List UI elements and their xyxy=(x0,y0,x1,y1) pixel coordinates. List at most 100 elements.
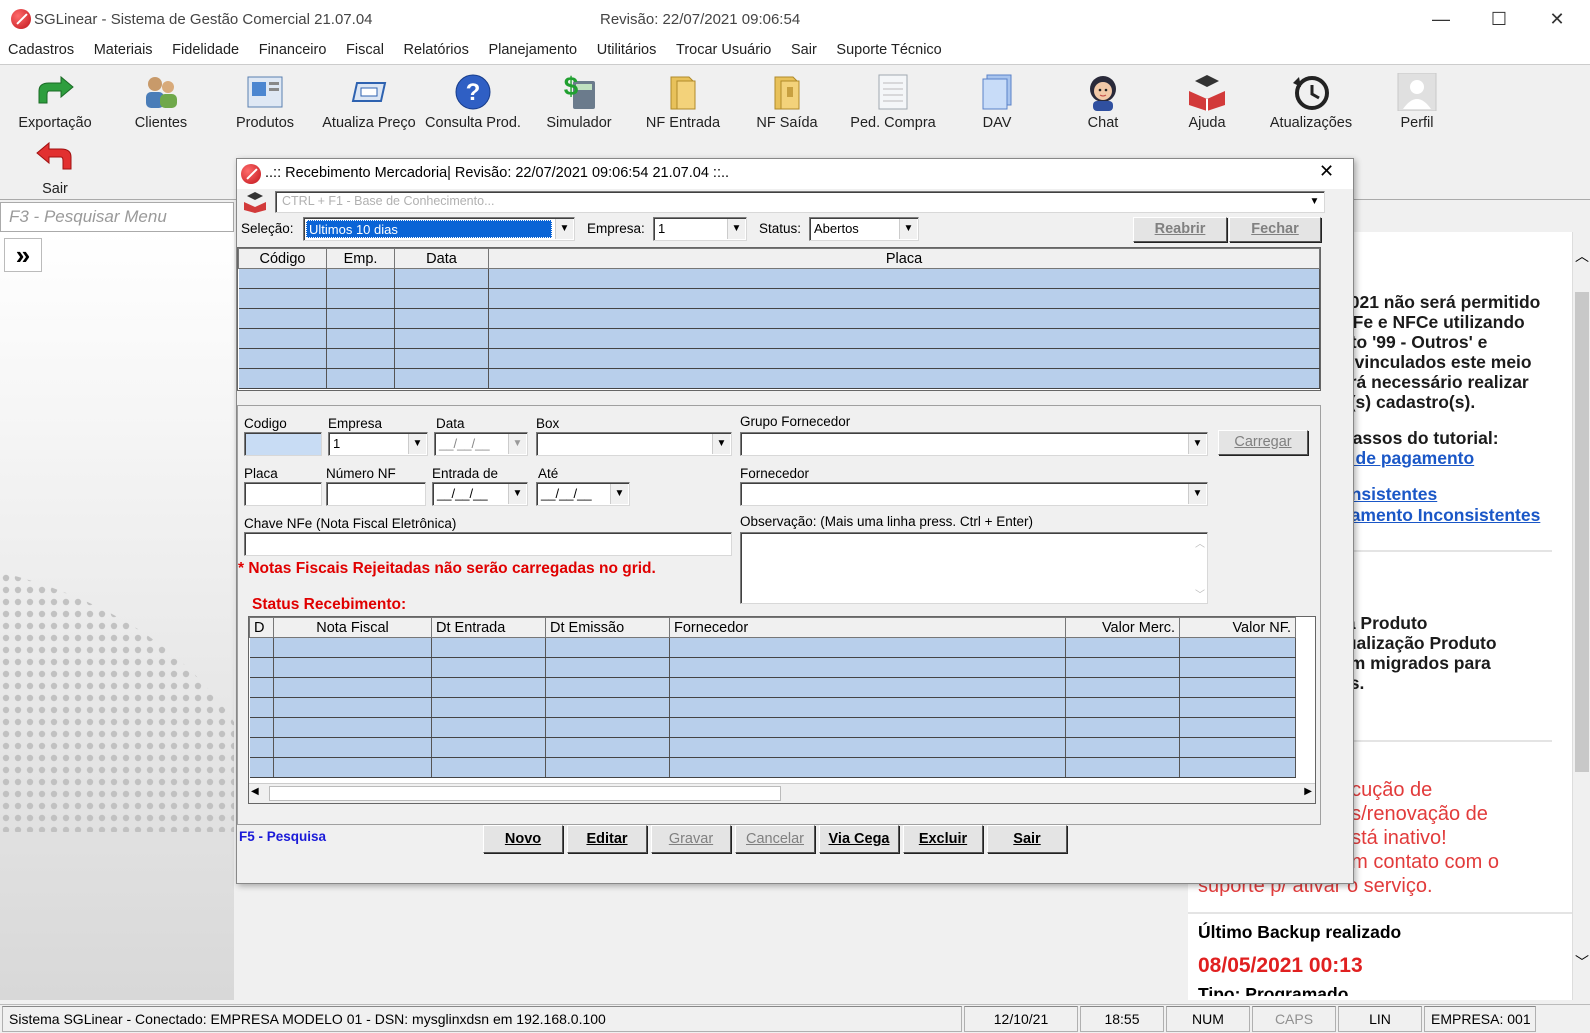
toolbar-atualiza-preco-button[interactable]: Atualiza Preço xyxy=(316,69,422,131)
fornecedor-select[interactable]: ▼ xyxy=(740,482,1208,506)
menu-materiais[interactable]: Materiais xyxy=(86,38,161,62)
scroll-down-icon[interactable]: ﹀ xyxy=(1195,586,1205,601)
novo-button[interactable]: Novo xyxy=(483,825,563,853)
news-link-payment-inconsistent[interactable]: gamento Inconsistentes xyxy=(1340,505,1540,526)
table-row[interactable] xyxy=(238,368,1320,389)
toolbar-clientes-button[interactable]: Clientes xyxy=(108,69,214,131)
sair-button[interactable]: Sair xyxy=(987,825,1067,853)
col-nota-fiscal[interactable]: Nota Fiscal xyxy=(273,617,432,638)
toolbar-consulta-prod-button[interactable]: ? Consulta Prod. xyxy=(420,69,526,131)
table-row[interactable] xyxy=(249,637,1296,658)
scroll-thumb[interactable] xyxy=(269,786,781,801)
empresa-select[interactable]: 1 ▼ xyxy=(328,432,428,456)
col-data[interactable]: Data xyxy=(394,248,489,269)
close-button[interactable]: ✕ xyxy=(1528,0,1586,38)
menu-financeiro[interactable]: Financeiro xyxy=(251,38,335,62)
cancelar-button[interactable]: Cancelar xyxy=(735,825,815,853)
col-valor-nf[interactable]: Valor NF. xyxy=(1179,617,1296,638)
numero-nf-field[interactable] xyxy=(326,482,426,506)
calendar-dropdown-icon[interactable]: ▼ xyxy=(508,484,526,504)
col-placa[interactable]: Placa xyxy=(488,248,1320,269)
menu-fidelidade[interactable]: Fidelidade xyxy=(164,38,247,62)
news-link-inconsistent[interactable]: onsistentes xyxy=(1340,484,1437,505)
scroll-thumb[interactable] xyxy=(1575,292,1589,772)
table-row[interactable] xyxy=(238,348,1320,369)
table-row[interactable] xyxy=(249,737,1296,758)
grupo-fornecedor-select[interactable]: ▼ xyxy=(740,432,1208,456)
menu-fiscal[interactable]: Fiscal xyxy=(338,38,392,62)
table-row[interactable] xyxy=(238,288,1320,309)
knowledge-base-input[interactable]: CTRL + F1 - Base de Conhecimento... xyxy=(275,191,1325,213)
toolbar-sair-button[interactable]: Sair xyxy=(2,135,108,197)
chevron-down-icon[interactable]: ▼ xyxy=(1188,484,1206,504)
table-row[interactable] xyxy=(249,677,1296,698)
menu-cadastros[interactable]: Cadastros xyxy=(0,38,82,62)
table-row[interactable] xyxy=(249,697,1296,718)
toolbar-nf-entrada-button[interactable]: NF Entrada xyxy=(630,69,736,131)
selecao-select[interactable]: Ultimos 10 dias ▼ xyxy=(303,217,575,241)
calendar-dropdown-icon[interactable]: ▼ xyxy=(610,484,628,504)
placa-field[interactable] xyxy=(244,482,322,506)
menu-trocar-usuario[interactable]: Trocar Usuário xyxy=(668,38,779,62)
empresa-filter-select[interactable]: 1 ▼ xyxy=(653,217,747,241)
col-dt-entrada[interactable]: Dt Entrada xyxy=(431,617,546,638)
menu-planejamento[interactable]: Planejamento xyxy=(480,38,585,62)
toolbar-ped-compra-button[interactable]: Ped. Compra xyxy=(840,69,946,131)
table-row[interactable] xyxy=(238,308,1320,329)
chevron-down-icon[interactable]: ▼ xyxy=(1188,434,1206,454)
status-filter-select[interactable]: Abertos ▼ xyxy=(809,217,919,241)
fechar-button[interactable]: Fechar xyxy=(1229,217,1321,242)
excluir-button[interactable]: Excluir xyxy=(903,825,983,853)
chevron-down-icon[interactable]: ▼ xyxy=(408,434,426,454)
recebimentos-grid[interactable]: Código Emp. Data Placa xyxy=(237,247,1321,391)
col-dt-emissao[interactable]: Dt Emissão xyxy=(545,617,670,638)
table-row[interactable] xyxy=(249,757,1296,778)
chave-nfe-field[interactable] xyxy=(244,532,732,556)
toolbar-atualizacoes-button[interactable]: Atualizações xyxy=(1258,69,1364,131)
reabrir-button[interactable]: Reabrir xyxy=(1133,217,1227,242)
scroll-right-icon[interactable]: ▶ xyxy=(1304,786,1312,797)
col-codigo[interactable]: Código xyxy=(238,248,327,269)
scroll-up-icon[interactable]: ︿ xyxy=(1575,246,1589,266)
scroll-up-icon[interactable]: ︿ xyxy=(1195,535,1205,550)
toolbar-exportacao-button[interactable]: Exportação xyxy=(2,69,108,131)
menu-suporte-tecnico[interactable]: Suporte Técnico xyxy=(828,38,949,62)
data-field[interactable]: __/__/__ ▼ xyxy=(434,432,528,456)
menu-sair[interactable]: Sair xyxy=(783,38,825,62)
news-scrollbar[interactable]: ︿ ﹀ xyxy=(1572,232,1590,1000)
table-row[interactable] xyxy=(238,268,1320,289)
scroll-down-icon[interactable]: ﹀ xyxy=(1575,952,1589,972)
col-emp[interactable]: Emp. xyxy=(326,248,395,269)
toolbar-ajuda-button[interactable]: Ajuda xyxy=(1154,69,1260,131)
menu-relatorios[interactable]: Relatórios xyxy=(396,38,477,62)
scroll-left-icon[interactable]: ◀ xyxy=(251,786,259,797)
entrada-de-field[interactable]: __/__/__ ▼ xyxy=(432,482,528,506)
minimize-button[interactable]: — xyxy=(1412,0,1470,38)
notas-fiscais-grid[interactable]: D Nota Fiscal Dt Entrada Dt Emissão Forn… xyxy=(248,616,1316,804)
observacao-textarea[interactable]: ︿ ﹀ xyxy=(740,532,1208,604)
toolbar-produtos-button[interactable]: Produtos xyxy=(212,69,318,131)
col-d[interactable]: D xyxy=(249,617,274,638)
expand-panel-button[interactable]: » xyxy=(4,238,42,272)
menu-utilitarios[interactable]: Utilitários xyxy=(589,38,665,62)
toolbar-dav-button[interactable]: DAV xyxy=(944,69,1050,131)
col-valor-merc[interactable]: Valor Merc. xyxy=(1065,617,1180,638)
gravar-button[interactable]: Gravar xyxy=(651,825,731,853)
box-select[interactable]: ▼ xyxy=(536,432,732,456)
chevron-down-icon[interactable]: ▼ xyxy=(555,219,573,239)
knowledge-base-icon[interactable] xyxy=(243,191,267,213)
via-cega-button[interactable]: Via Cega xyxy=(819,825,899,853)
menu-search-input[interactable]: F3 - Pesquisar Menu xyxy=(0,202,234,232)
toolbar-simulador-button[interactable]: $ Simulador xyxy=(526,69,632,131)
toolbar-chat-button[interactable]: Chat xyxy=(1050,69,1156,131)
chevron-down-icon[interactable]: ▼ xyxy=(712,434,730,454)
chevron-down-icon[interactable]: ▼ xyxy=(727,219,745,239)
calendar-dropdown-icon[interactable]: ▼ xyxy=(508,434,526,454)
table-row[interactable] xyxy=(249,717,1296,738)
dialog-close-button[interactable]: ✕ xyxy=(1319,161,1334,182)
editar-button[interactable]: Editar xyxy=(567,825,647,853)
table-row[interactable] xyxy=(238,328,1320,349)
maximize-button[interactable]: ☐ xyxy=(1470,0,1528,38)
codigo-field[interactable] xyxy=(244,432,322,456)
col-fornecedor[interactable]: Fornecedor xyxy=(669,617,1066,638)
